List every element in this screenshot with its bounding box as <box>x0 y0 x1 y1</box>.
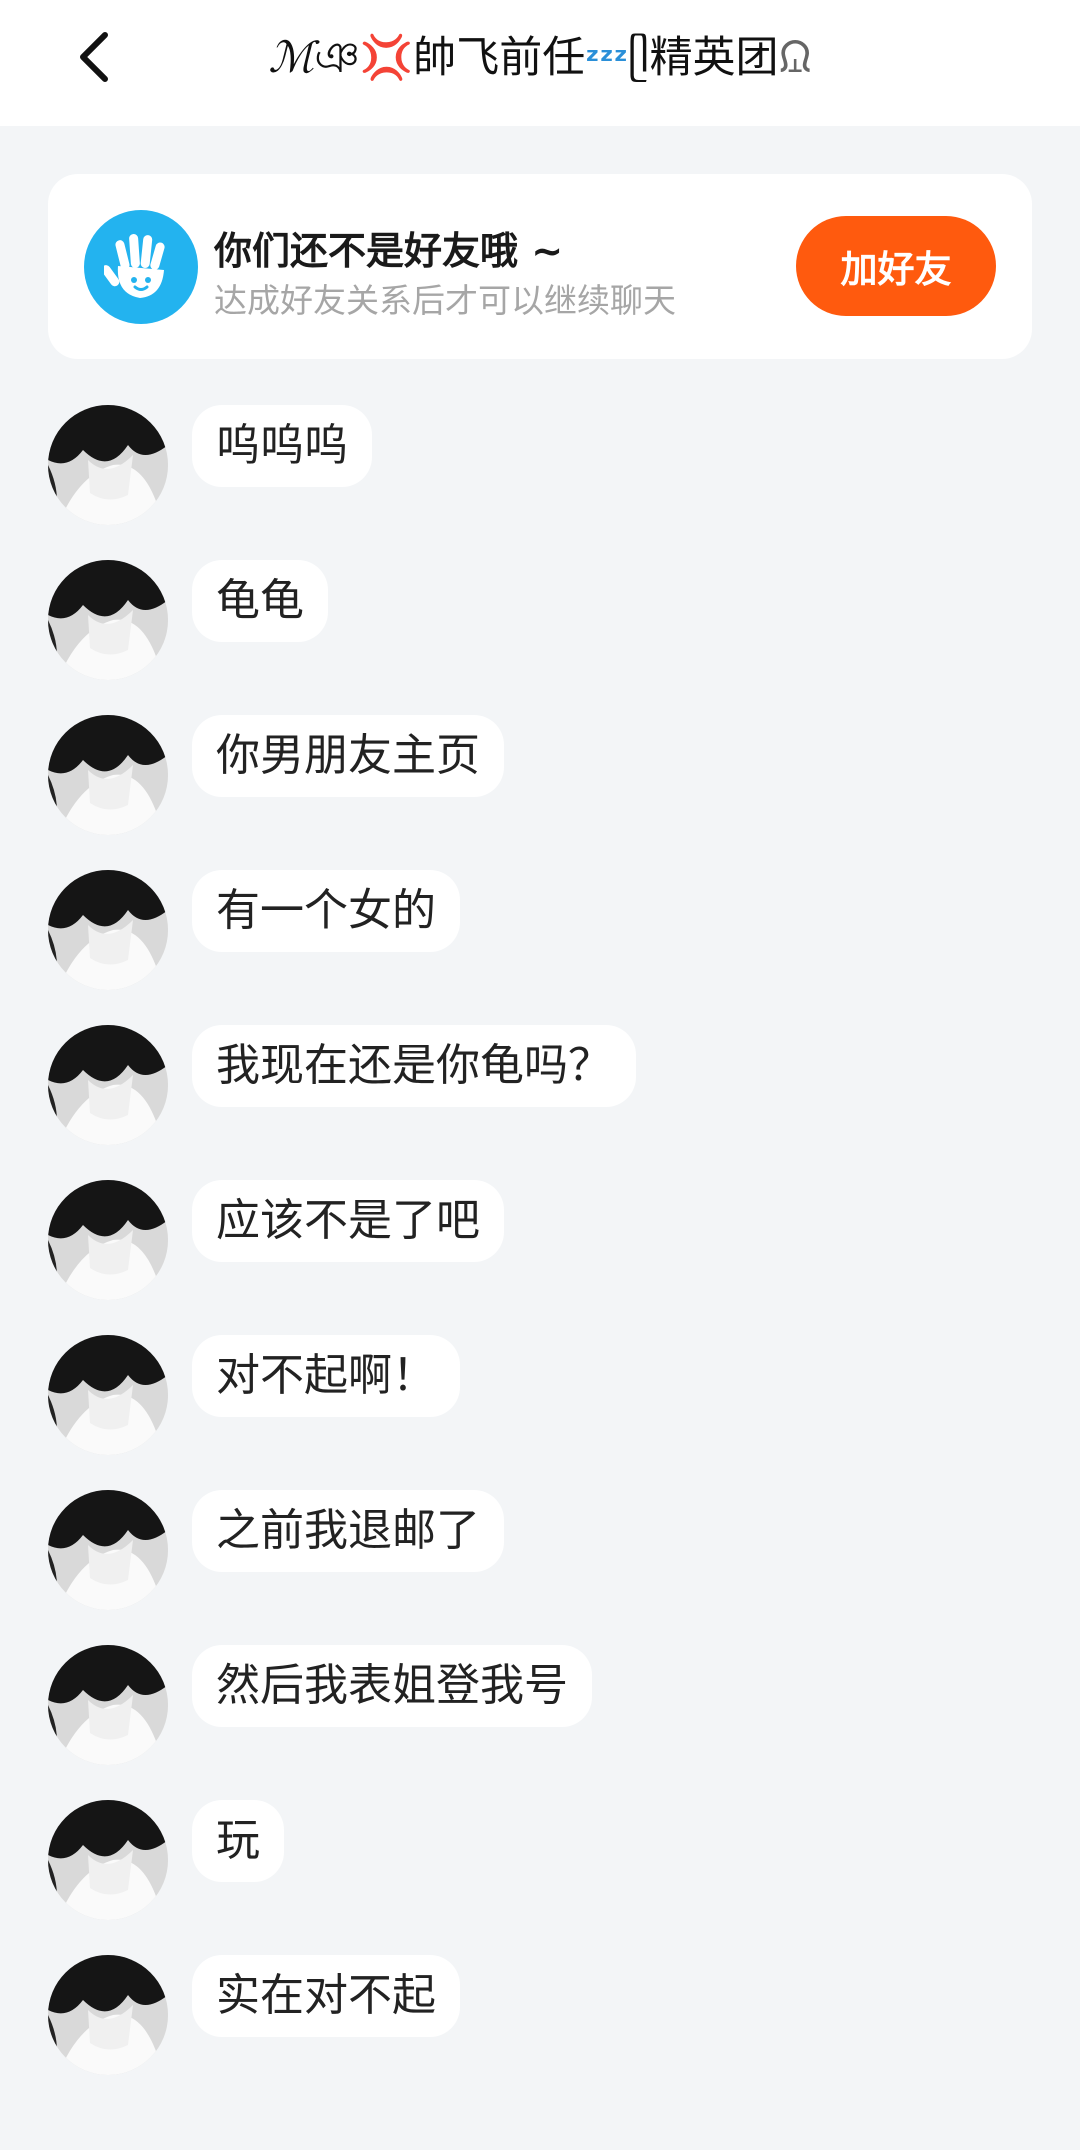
avatar[interactable] <box>48 1955 168 2075</box>
message-row: 有一个女的 <box>48 870 1028 994</box>
avatar[interactable] <box>48 1025 168 1145</box>
message-bubble[interactable]: 我现在还是你龟吗？ <box>192 1025 636 1107</box>
message-bubble[interactable]: 实在对不起 <box>192 1955 460 2037</box>
avatar[interactable] <box>48 560 168 680</box>
message-row: 玩 <box>48 1800 1028 1924</box>
message-bubble[interactable]: 呜呜呜 <box>192 405 372 487</box>
message-bubble[interactable]: 龟龟 <box>192 560 328 642</box>
avatar[interactable] <box>48 1490 168 1610</box>
message-bubble[interactable]: 玩 <box>192 1800 284 1882</box>
message-row: 你男朋友主页 <box>48 715 1028 839</box>
avatar[interactable] <box>48 1180 168 1300</box>
message-list: 呜呜呜 龟龟 你男朋友主页 有一个女的 我现在还是你龟吗？ 应该不是了吧 对不起… <box>0 0 1080 2150</box>
avatar[interactable] <box>48 1645 168 1765</box>
message-bubble[interactable]: 然后我表姐登我号 <box>192 1645 592 1727</box>
message-row: 呜呜呜 <box>48 405 1028 529</box>
message-row: 应该不是了吧 <box>48 1180 1028 1304</box>
message-row: 龟龟 <box>48 560 1028 684</box>
message-row: 对不起啊！ <box>48 1335 1028 1459</box>
avatar[interactable] <box>48 1335 168 1455</box>
message-row: 实在对不起 <box>48 1955 1028 2079</box>
message-row: 我现在还是你龟吗？ <box>48 1025 1028 1149</box>
message-bubble[interactable]: 应该不是了吧 <box>192 1180 504 1262</box>
message-bubble[interactable]: 你男朋友主页 <box>192 715 504 797</box>
message-row: 之前我退邮了 <box>48 1490 1028 1614</box>
avatar[interactable] <box>48 870 168 990</box>
avatar[interactable] <box>48 1800 168 1920</box>
message-bubble[interactable]: 对不起啊！ <box>192 1335 460 1417</box>
message-bubble[interactable]: 之前我退邮了 <box>192 1490 504 1572</box>
avatar[interactable] <box>48 715 168 835</box>
message-row: 然后我表姐登我号 <box>48 1645 1028 1769</box>
message-bubble[interactable]: 有一个女的 <box>192 870 460 952</box>
avatar[interactable] <box>48 405 168 525</box>
